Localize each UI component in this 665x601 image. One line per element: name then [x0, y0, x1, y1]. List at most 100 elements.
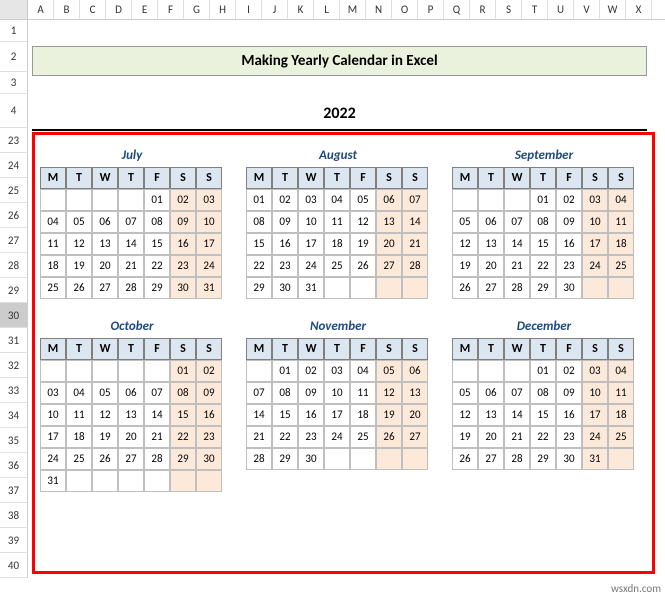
row-header[interactable]: 34: [0, 403, 28, 428]
day-cell[interactable]: [66, 360, 92, 382]
day-cell[interactable]: 02: [298, 360, 324, 382]
day-cell[interactable]: [452, 189, 478, 211]
day-cell[interactable]: 30: [170, 277, 196, 299]
day-cell[interactable]: 13: [376, 211, 402, 233]
day-cell[interactable]: 21: [246, 426, 272, 448]
day-cell[interactable]: [118, 470, 144, 492]
day-cell[interactable]: 28: [246, 448, 272, 470]
day-cell[interactable]: [40, 360, 66, 382]
col-header[interactable]: L: [314, 0, 340, 19]
day-cell[interactable]: 11: [324, 211, 350, 233]
day-cell[interactable]: 11: [350, 382, 376, 404]
col-header[interactable]: V: [574, 0, 600, 19]
row-header[interactable]: 37: [0, 478, 28, 503]
row-header[interactable]: 31: [0, 328, 28, 353]
day-cell[interactable]: 31: [40, 470, 66, 492]
day-cell[interactable]: 09: [298, 382, 324, 404]
row-header[interactable]: 26: [0, 203, 28, 228]
day-cell[interactable]: 21: [144, 426, 170, 448]
day-cell[interactable]: [66, 189, 92, 211]
day-cell[interactable]: 25: [608, 426, 634, 448]
day-cell[interactable]: 31: [196, 277, 222, 299]
day-cell[interactable]: 15: [530, 404, 556, 426]
day-cell[interactable]: 21: [504, 255, 530, 277]
day-cell[interactable]: 04: [40, 211, 66, 233]
day-cell[interactable]: [608, 448, 634, 470]
row-header[interactable]: 27: [0, 228, 28, 253]
day-cell[interactable]: [324, 448, 350, 470]
day-cell[interactable]: 04: [608, 189, 634, 211]
day-cell[interactable]: [92, 470, 118, 492]
day-cell[interactable]: [144, 470, 170, 492]
row-header[interactable]: 1: [0, 20, 28, 42]
day-cell[interactable]: 30: [196, 448, 222, 470]
day-cell[interactable]: 22: [170, 426, 196, 448]
day-cell[interactable]: 03: [298, 189, 324, 211]
col-header[interactable]: P: [418, 0, 444, 19]
day-cell[interactable]: 24: [40, 448, 66, 470]
day-cell[interactable]: 07: [144, 382, 170, 404]
day-cell[interactable]: 20: [402, 404, 428, 426]
day-cell[interactable]: 08: [272, 382, 298, 404]
day-cell[interactable]: 19: [452, 255, 478, 277]
day-cell[interactable]: 07: [118, 211, 144, 233]
row-header[interactable]: 33: [0, 378, 28, 403]
day-cell[interactable]: [478, 189, 504, 211]
day-cell[interactable]: 30: [556, 448, 582, 470]
row-header[interactable]: 4: [0, 94, 28, 128]
day-cell[interactable]: 26: [92, 448, 118, 470]
day-cell[interactable]: 12: [350, 211, 376, 233]
day-cell[interactable]: 27: [92, 277, 118, 299]
day-cell[interactable]: 24: [196, 255, 222, 277]
day-cell[interactable]: 22: [530, 255, 556, 277]
col-header[interactable]: J: [262, 0, 288, 19]
day-cell[interactable]: 07: [246, 382, 272, 404]
day-cell[interactable]: [118, 189, 144, 211]
day-cell[interactable]: 12: [452, 404, 478, 426]
col-header[interactable]: M: [340, 0, 366, 19]
day-cell[interactable]: 26: [350, 255, 376, 277]
day-cell[interactable]: 24: [324, 426, 350, 448]
day-cell[interactable]: 31: [298, 277, 324, 299]
day-cell[interactable]: 16: [556, 404, 582, 426]
day-cell[interactable]: 18: [608, 233, 634, 255]
day-cell[interactable]: 17: [196, 233, 222, 255]
day-cell[interactable]: 13: [92, 233, 118, 255]
day-cell[interactable]: 24: [582, 426, 608, 448]
row-header[interactable]: 39: [0, 528, 28, 553]
day-cell[interactable]: 06: [478, 211, 504, 233]
day-cell[interactable]: 30: [272, 277, 298, 299]
row-header[interactable]: 30: [0, 303, 28, 328]
day-cell[interactable]: [402, 448, 428, 470]
day-cell[interactable]: 17: [40, 426, 66, 448]
day-cell[interactable]: 25: [40, 277, 66, 299]
day-cell[interactable]: 08: [530, 211, 556, 233]
day-cell[interactable]: 10: [40, 404, 66, 426]
day-cell[interactable]: 06: [92, 211, 118, 233]
day-cell[interactable]: 28: [504, 448, 530, 470]
col-header[interactable]: G: [184, 0, 210, 19]
col-header[interactable]: H: [210, 0, 236, 19]
day-cell[interactable]: 13: [478, 404, 504, 426]
day-cell[interactable]: 09: [556, 211, 582, 233]
day-cell[interactable]: 14: [504, 404, 530, 426]
day-cell[interactable]: 23: [556, 426, 582, 448]
day-cell[interactable]: 14: [402, 211, 428, 233]
day-cell[interactable]: 04: [608, 360, 634, 382]
day-cell[interactable]: 03: [582, 360, 608, 382]
day-cell[interactable]: 09: [272, 211, 298, 233]
day-cell[interactable]: 25: [350, 426, 376, 448]
day-cell[interactable]: 14: [246, 404, 272, 426]
row-header[interactable]: 40: [0, 553, 28, 578]
day-cell[interactable]: 10: [196, 211, 222, 233]
day-cell[interactable]: [504, 360, 530, 382]
day-cell[interactable]: 05: [452, 382, 478, 404]
day-cell[interactable]: 29: [170, 448, 196, 470]
day-cell[interactable]: 17: [298, 233, 324, 255]
day-cell[interactable]: [246, 360, 272, 382]
day-cell[interactable]: 20: [118, 426, 144, 448]
day-cell[interactable]: 09: [170, 211, 196, 233]
col-header[interactable]: Q: [444, 0, 470, 19]
day-cell[interactable]: 11: [608, 382, 634, 404]
day-cell[interactable]: 23: [556, 255, 582, 277]
